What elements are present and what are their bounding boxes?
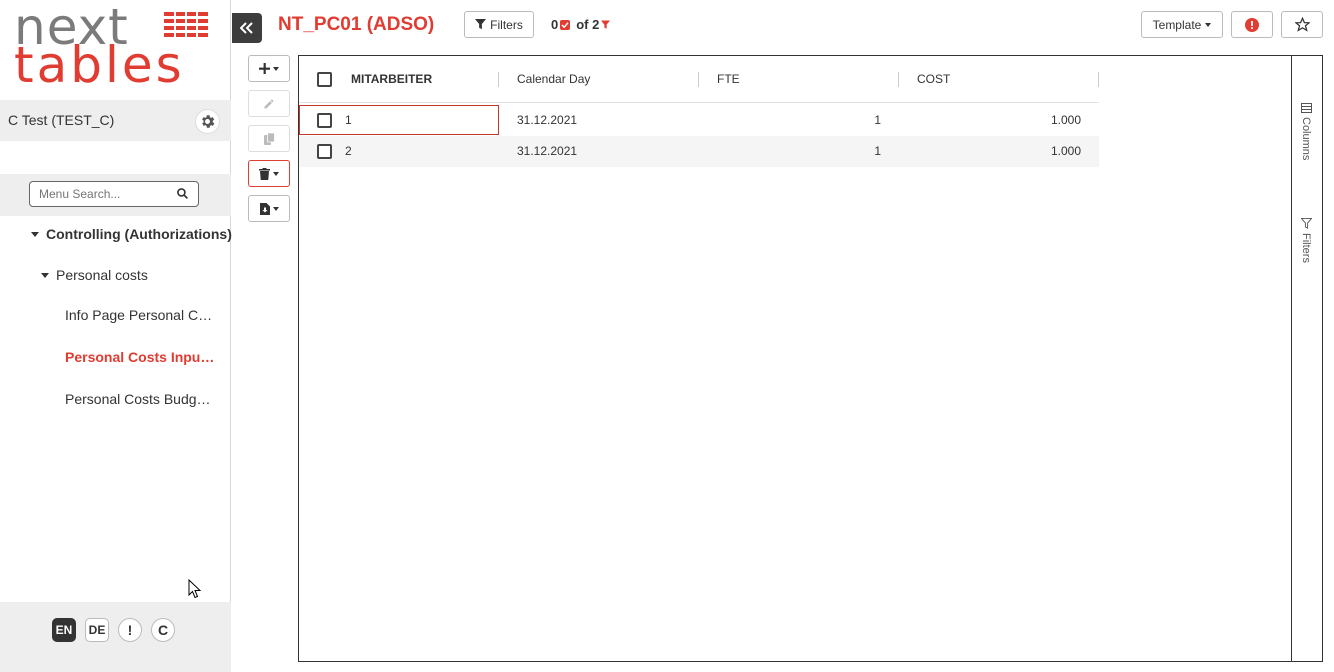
copy-button[interactable] [248, 125, 290, 152]
menu-search-bar [0, 174, 231, 216]
cell-fte[interactable]: 1 [717, 113, 881, 127]
filter-red-icon[interactable] [601, 20, 611, 30]
cell-cost[interactable]: 1.000 [917, 113, 1081, 127]
tree-subgroup-label: Personal costs [56, 267, 148, 283]
row-checkbox[interactable] [317, 144, 332, 159]
page-title: NT_PC01 (ADSO) [278, 14, 435, 35]
double-chevron-left-icon [240, 22, 253, 34]
caret-down-icon [41, 272, 49, 278]
logo-grid-icon [164, 12, 208, 38]
column-header-cost[interactable]: COST [917, 72, 950, 87]
edit-button[interactable] [248, 90, 290, 117]
filter-outline-icon [1300, 218, 1312, 229]
star-icon [1294, 17, 1310, 32]
info-button[interactable] [1231, 11, 1273, 38]
collapse-sidebar-button[interactable] [232, 13, 262, 43]
tree-item-personal-costs-input[interactable]: Personal Costs Input ... [65, 349, 217, 365]
selection-count: 0 of 2 [551, 17, 611, 32]
cell-fte[interactable]: 1 [717, 144, 881, 158]
total-count: of 2 [576, 17, 600, 32]
filters-button[interactable]: Filters [464, 11, 534, 38]
export-button[interactable] [248, 195, 290, 222]
template-label: Template [1152, 17, 1202, 32]
cell-mitarbeiter[interactable]: 2 [345, 144, 352, 158]
column-resize-handle[interactable] [498, 72, 499, 87]
filters-tool-tab[interactable]: Filters [1300, 218, 1312, 263]
column-resize-handle[interactable] [1098, 72, 1099, 87]
caret-down-icon [273, 171, 279, 176]
tree-subgroup-personal-costs[interactable]: Personal costs [41, 267, 148, 283]
user-name: C Test (TEST_C) [8, 112, 115, 128]
sidebar-footer: EN DE ! C [0, 602, 231, 672]
trash-icon [259, 167, 270, 180]
user-bar: C Test (TEST_C) [0, 100, 231, 141]
search-icon[interactable] [176, 187, 189, 200]
info-icon [1245, 17, 1259, 32]
c-button[interactable]: C [151, 618, 175, 642]
table-row[interactable]: 2 31.12.2021 1 1.000 [299, 136, 1099, 167]
columns-tool-tab[interactable]: Columns [1300, 103, 1312, 160]
caret-down-icon [31, 231, 39, 237]
language-de-button[interactable]: DE [85, 618, 109, 642]
pencil-icon [264, 99, 274, 108]
checkbox-checked-icon [560, 19, 571, 30]
favorite-button[interactable] [1281, 11, 1323, 38]
cell-calendar-day[interactable]: 31.12.2021 [517, 113, 577, 127]
caret-down-icon [273, 66, 279, 71]
column-header-fte[interactable]: FTE [717, 72, 740, 87]
gear-icon [202, 115, 215, 128]
plus-icon [259, 63, 270, 74]
column-header-calendar-day[interactable]: Calendar Day [517, 72, 590, 87]
menu-search-box [29, 181, 199, 207]
cell-cost[interactable]: 1.000 [917, 144, 1081, 158]
filters-label: Filters [490, 17, 523, 32]
template-dropdown[interactable]: Template [1141, 11, 1223, 38]
tree-item-personal-costs-budget[interactable]: Personal Costs Budget... [65, 391, 217, 407]
language-en-button[interactable]: EN [52, 618, 76, 642]
column-header-mitarbeiter[interactable]: MITARBEITER [351, 72, 432, 87]
file-download-icon [259, 202, 270, 215]
cell-mitarbeiter[interactable]: 1 [345, 113, 352, 127]
tree-group-label: Controlling (Authorizations) [46, 226, 232, 242]
columns-tab-label: Columns [1300, 117, 1312, 161]
table-row[interactable]: 1 31.12.2021 1 1.000 [299, 105, 1099, 136]
mouse-cursor-icon [188, 579, 202, 599]
grid-side-panel: Columns Filters [1291, 56, 1322, 661]
copy-icon [263, 132, 275, 145]
add-button[interactable] [248, 55, 290, 82]
filter-icon [475, 19, 487, 30]
cell-calendar-day[interactable]: 31.12.2021 [517, 144, 577, 158]
selected-count: 0 [551, 17, 559, 32]
column-resize-handle[interactable] [898, 72, 899, 87]
alert-button[interactable]: ! [118, 618, 142, 642]
grid-header: MITARBEITER Calendar Day FTE COST [299, 56, 1099, 103]
select-all-checkbox[interactable] [317, 72, 332, 87]
data-grid: MITARBEITER Calendar Day FTE COST 1 31.1… [298, 55, 1323, 662]
row-checkbox[interactable] [317, 113, 332, 128]
delete-button[interactable] [248, 160, 290, 187]
settings-button[interactable] [195, 109, 220, 134]
sidebar: next tables C Test (TEST_C) Menu Search.… [0, 0, 232, 672]
caret-down-icon [272, 206, 279, 211]
caret-down-icon [1205, 22, 1212, 27]
column-resize-handle[interactable] [698, 72, 699, 87]
tree-group-controlling[interactable]: Controlling (Authorizations) [31, 226, 232, 242]
nexttables-logo[interactable]: next tables [14, 2, 210, 94]
tree-item-info-page[interactable]: Info Page Personal Co... [65, 307, 217, 323]
menu-search-input[interactable] [39, 187, 169, 201]
filters-tab-label: Filters [1300, 233, 1312, 263]
columns-icon [1300, 103, 1312, 113]
logo-text-tables: tables [14, 36, 185, 94]
